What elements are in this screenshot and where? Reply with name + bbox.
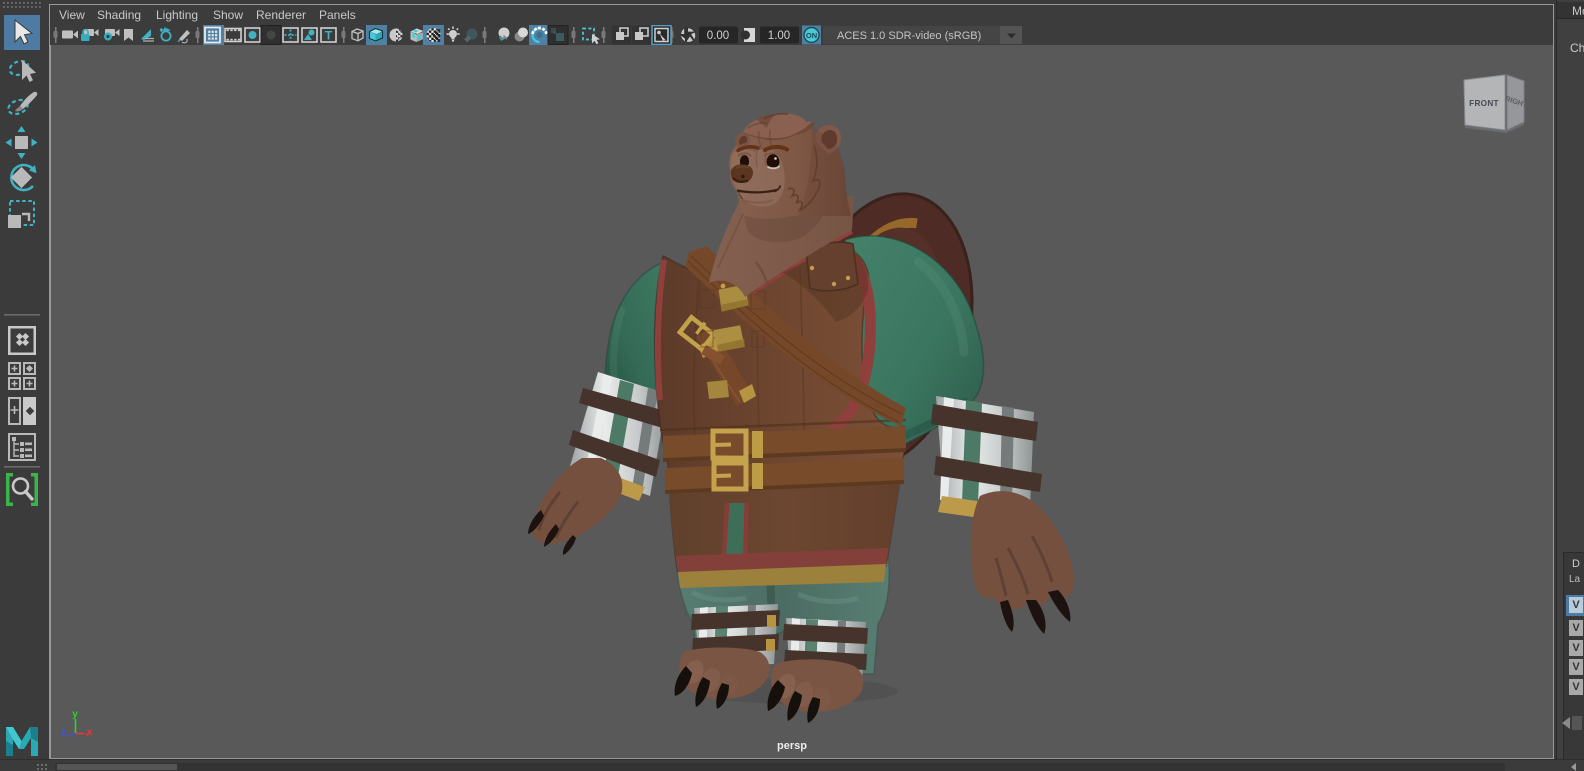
- svg-text:ON: ON: [806, 31, 817, 40]
- svg-text:x: x: [87, 727, 93, 738]
- svg-text:y: y: [72, 709, 78, 720]
- svg-text:0.00: 0.00: [707, 30, 729, 42]
- svg-text:T: T: [325, 29, 333, 43]
- svg-text:1.00: 1.00: [768, 30, 790, 42]
- svg-text:z: z: [61, 728, 66, 739]
- svg-text:ACES 1.0 SDR-video (sRGB): ACES 1.0 SDR-video (sRGB): [837, 30, 981, 42]
- svg-text:FRONT: FRONT: [1469, 99, 1499, 108]
